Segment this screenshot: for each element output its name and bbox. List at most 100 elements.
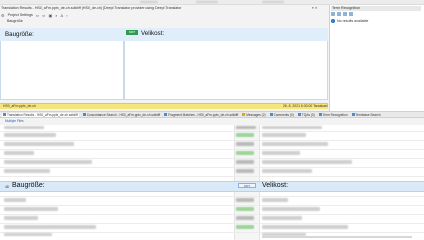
row-divider — [0, 232, 424, 233]
blurred-source-segment — [4, 142, 74, 146]
blurred-target-segment — [262, 151, 300, 155]
row-divider — [0, 176, 424, 177]
blurred-target-segment — [262, 207, 320, 211]
panel-window-controls[interactable]: ▾ ✕ — [312, 6, 328, 11]
tab-icon — [297, 113, 301, 116]
tab-icon — [242, 113, 246, 116]
status-bar — [0, 103, 328, 109]
blurred-target-segment — [262, 216, 302, 220]
blurred-target-segment — [262, 225, 348, 229]
target-segment-text[interactable]: Velikost: — [141, 30, 164, 37]
bottom-tab-bar: Translation Results - HS0_aFm.pptx_de-ch… — [0, 111, 424, 118]
translation-results-toolbar: ⚙ Project Settings ⇦ ⇨ ▣ ⌕ A › — [1, 12, 327, 18]
project-name-label: Baugröße — [7, 19, 23, 23]
tab-tqas[interactable]: TQAs (0) — [297, 112, 315, 117]
tab-fragment-matches[interactable]: Fragment Matches - HS0_aFm.pptx_de-ch.sd… — [164, 113, 238, 117]
blurred-target-segment — [262, 160, 352, 164]
tab-label: Term Recognition — [322, 112, 348, 117]
blurred-top-item — [196, 1, 218, 3]
blurred-status-cell — [236, 198, 254, 202]
tab-label: Messages (2) — [246, 112, 266, 117]
term-tool-icon[interactable] — [349, 12, 353, 16]
active-segment-target[interactable]: Velikost: — [262, 182, 288, 189]
row-divider — [0, 140, 424, 141]
blurred-target-segment — [262, 169, 312, 173]
horizontal-scrollbar[interactable] — [262, 236, 412, 238]
blurred-source-segment — [4, 151, 34, 155]
row-divider — [0, 131, 424, 132]
tab-label: Translation Results - HS0_aFm.pptx_de-ch… — [7, 112, 78, 117]
info-icon: i — [331, 19, 335, 23]
editor-filter-label[interactable]: Multiple Files — [0, 119, 260, 124]
tab-label: Concordance Search - HS0_aFm.pptx_de-ch.… — [86, 112, 161, 117]
blurred-source-segment — [4, 225, 96, 229]
blurred-source-segment — [4, 233, 52, 236]
blurred-status-cell — [236, 151, 254, 155]
status-timestamp: 26. 8. 2021 6:33:00 Taraskasf — [283, 104, 328, 108]
blurred-source-segment — [4, 207, 58, 211]
row-divider — [0, 196, 424, 197]
project-settings-link[interactable]: Project Settings — [8, 13, 33, 17]
nmt-badge: NMT — [126, 30, 138, 35]
find-icon[interactable]: ⌕ — [55, 13, 57, 18]
blurred-status-cell — [236, 207, 254, 211]
blurred-status-cell — [236, 133, 254, 137]
blurred-target-segment — [262, 133, 306, 137]
tab-label: Comments (0) — [273, 112, 294, 117]
blurred-target-segment — [262, 126, 322, 129]
term-tool-icon[interactable] — [343, 12, 347, 16]
term-no-results: i No results available — [331, 19, 368, 23]
blurred-status-cell — [236, 142, 254, 146]
term-tool-icon[interactable] — [337, 12, 341, 16]
row-divider — [0, 167, 424, 168]
no-results-label: No results available — [337, 19, 369, 23]
blurred-status-cell — [236, 169, 254, 173]
blurred-target-segment — [262, 142, 328, 146]
tab-label: Fragment Matches - HS0_aFm.pptx_de-ch.sd… — [168, 112, 239, 117]
row-divider — [0, 223, 424, 224]
blurred-status-cell — [236, 225, 254, 229]
active-segment-number: 48 — [5, 185, 9, 189]
arrow-right-icon[interactable]: ⇨ — [42, 13, 45, 18]
tab-icon — [3, 113, 6, 116]
blurred-top-item — [140, 1, 158, 3]
row-divider — [0, 158, 424, 159]
tab-icon — [269, 113, 273, 116]
active-segment-source: Baugröße: — [12, 182, 45, 189]
arrow-left-icon[interactable]: ⇦ — [36, 13, 39, 18]
row-divider — [0, 205, 424, 206]
chevron-right-icon[interactable]: › — [66, 13, 67, 18]
blurred-source-segment — [4, 133, 56, 137]
term-tool-icon[interactable] — [331, 12, 335, 16]
blurred-status-cell — [236, 160, 254, 164]
tab-icon — [164, 113, 168, 116]
tab-concordance-search[interactable]: Concordance Search - HS0_aFm.pptx_de-ch.… — [82, 112, 161, 117]
tab-label: Termbase Search — [355, 112, 381, 117]
tab-label: TQAs (0) — [301, 112, 315, 117]
blurred-source-segment — [4, 169, 50, 173]
blurred-top-item — [262, 1, 284, 3]
blurred-source-segment — [4, 126, 44, 129]
row-divider — [0, 149, 424, 150]
status-file-name: HS0_aFm.pptx_de-ch — [3, 104, 36, 108]
term-recognition-toolbar — [331, 12, 353, 16]
blurred-status-cell — [236, 126, 256, 129]
translation-results-title: Translation Results - HS0_aFm.pptx_de-ch… — [1, 6, 182, 10]
tab-termbase-search[interactable]: Termbase Search — [351, 112, 381, 117]
term-recognition-title: Term Recognition — [331, 6, 421, 11]
blurred-source-segment — [4, 216, 38, 220]
tab-icon — [351, 113, 355, 116]
tab-messages[interactable]: Messages (2) — [242, 112, 266, 117]
font-icon[interactable]: A — [61, 13, 64, 18]
blurred-status-cell — [236, 216, 254, 220]
row-divider — [0, 214, 424, 215]
tab-translation-results[interactable]: Translation Results - HS0_aFm.pptx_de-ch… — [2, 112, 79, 117]
tab-term-recognition[interactable]: Term Recognition — [318, 112, 348, 117]
apply-icon[interactable]: ▣ — [48, 13, 52, 18]
tab-comments[interactable]: Comments (0) — [269, 112, 294, 117]
settings-icon[interactable]: ⚙ — [1, 13, 5, 18]
source-segment-text: Baugröße: — [5, 31, 34, 38]
active-segment-status: NMT — [238, 183, 256, 188]
tab-icon — [318, 113, 322, 116]
active-segment-row[interactable] — [0, 181, 424, 192]
